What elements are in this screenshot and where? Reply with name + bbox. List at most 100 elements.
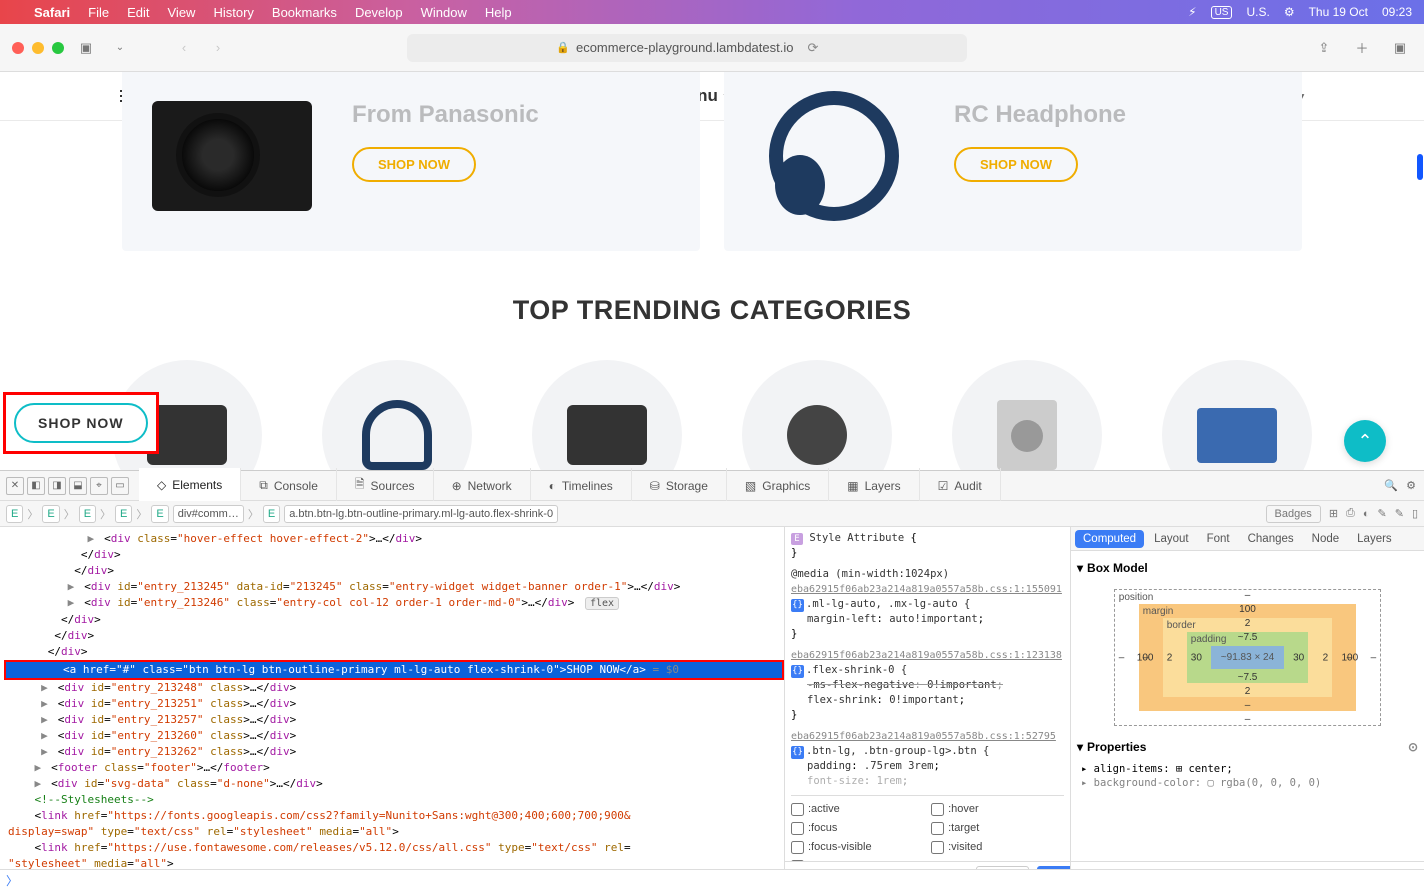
tab-audit[interactable]: ☑ Audit: [920, 468, 1001, 503]
tab-changes[interactable]: Changes: [1240, 530, 1302, 548]
forward-button[interactable]: ›: [206, 36, 230, 60]
menu-develop[interactable]: Develop: [355, 5, 403, 20]
dom-node[interactable]: ▶ <footer class="footer">…</footer>: [4, 760, 784, 776]
trending-item[interactable]: [1162, 360, 1312, 470]
pseudo-hover[interactable]: :hover: [931, 802, 1051, 817]
reload-icon[interactable]: ⟳: [807, 40, 818, 56]
close-window-button[interactable]: [12, 42, 24, 54]
breadcrumb-e[interactable]: E: [79, 505, 96, 523]
breadcrumb-e[interactable]: E: [115, 505, 132, 523]
pseudo-visited[interactable]: :visited: [931, 840, 1051, 855]
dom-node[interactable]: ▶ <div id="entry_213251" class>…</div>: [4, 696, 784, 712]
badges-button[interactable]: Badges: [1266, 505, 1321, 523]
tab-layers[interactable]: ▦ Layers: [829, 468, 919, 503]
shop-now-button[interactable]: SHOP NOW: [352, 147, 476, 182]
tab-storage[interactable]: ⛁ Storage: [632, 468, 727, 503]
menu-bookmarks[interactable]: Bookmarks: [272, 5, 337, 20]
dom-node[interactable]: ▶ <div id="entry_213246" class="entry-co…: [4, 595, 784, 612]
dom-node[interactable]: ▶ <div id="svg-data" class="d-none">…</d…: [4, 776, 784, 792]
pseudo-active[interactable]: :active: [791, 802, 911, 817]
menubar-time[interactable]: 09:23: [1382, 5, 1412, 19]
minimize-window-button[interactable]: [32, 42, 44, 54]
dom-node[interactable]: ▶ <div id="entry_213248" class>…</div>: [4, 680, 784, 696]
dom-node[interactable]: </div>: [4, 644, 784, 660]
sidebar-toggle-icon[interactable]: ▣: [74, 36, 98, 60]
dom-node[interactable]: </div>: [4, 547, 784, 563]
responsive-design-icon[interactable]: ▭: [111, 477, 129, 495]
address-bar[interactable]: 🔒 ecommerce-playground.lambdatest.io ⟳: [407, 34, 967, 62]
menu-history[interactable]: History: [213, 5, 253, 20]
search-icon[interactable]: 🔍: [1384, 479, 1398, 492]
style-source-link[interactable]: eba62915f06ab23a214a819a0557a58b.css:1:1…: [791, 648, 1064, 663]
menu-help[interactable]: Help: [485, 5, 512, 20]
dom-node[interactable]: ▶ <div id="entry_213257" class>…</div>: [4, 712, 784, 728]
tab-overview-icon[interactable]: ▣: [1388, 36, 1412, 60]
contrast-icon[interactable]: ◐: [1363, 508, 1370, 520]
element-picker-icon[interactable]: ⌖: [90, 477, 108, 495]
style-source-link[interactable]: eba62915f06ab23a214a819a0557a58b.css:1:5…: [791, 729, 1064, 744]
promo-card-camera[interactable]: From Panasonic SHOP NOW: [122, 72, 700, 251]
edit-icon[interactable]: ✎: [1395, 507, 1404, 520]
dom-node[interactable]: </div>: [4, 563, 784, 579]
control-center-icon[interactable]: ⚙︎: [1284, 5, 1295, 19]
tab-computed[interactable]: Computed: [1075, 530, 1144, 548]
dom-tree-panel[interactable]: ▶ <div class="hover-effect hover-effect-…: [0, 527, 784, 891]
scrollbar-thumb[interactable]: [1417, 154, 1423, 180]
tab-font[interactable]: Font: [1199, 530, 1238, 548]
dom-node[interactable]: </div>: [4, 628, 784, 644]
back-to-top-button[interactable]: ⌃: [1344, 420, 1386, 462]
dock-left-icon[interactable]: ◧: [27, 477, 45, 495]
back-button[interactable]: ‹: [172, 36, 196, 60]
dom-comment[interactable]: <!--Stylesheets-->: [4, 792, 784, 808]
maximize-window-button[interactable]: [52, 42, 64, 54]
prop-background-color[interactable]: ▸ background-color: ▢ rgba(0, 0, 0, 0): [1081, 776, 1414, 790]
console-prompt[interactable]: 〉: [0, 869, 1424, 891]
options-icon[interactable]: ⊙: [1408, 740, 1418, 754]
menu-edit[interactable]: Edit: [127, 5, 149, 20]
menu-file[interactable]: File: [88, 5, 109, 20]
breadcrumb-e[interactable]: E: [6, 505, 23, 523]
tab-group-dropdown-icon[interactable]: ⌄: [108, 36, 132, 60]
dock-right-icon[interactable]: ◨: [48, 477, 66, 495]
shop-now-outline-button[interactable]: SHOP NOW: [14, 403, 148, 443]
shop-now-button[interactable]: SHOP NOW: [954, 147, 1078, 182]
properties-heading[interactable]: ▾ Properties ⊙: [1077, 736, 1418, 758]
dom-node[interactable]: ▶ <div id="entry_213245" data-id="213245…: [4, 579, 784, 595]
breadcrumb-anchor[interactable]: a.btn.btn-lg.btn-outline-primary.ml-lg-a…: [284, 505, 558, 523]
tab-layout[interactable]: Layout: [1146, 530, 1197, 548]
tab-layers-r[interactable]: Layers: [1349, 530, 1400, 548]
dom-node[interactable]: ▶ <div id="entry_213262" class>…</div>: [4, 744, 784, 760]
pseudo-focus[interactable]: :focus: [791, 821, 911, 836]
tab-graphics[interactable]: ▧ Graphics: [727, 468, 829, 503]
print-icon[interactable]: ⎙: [1346, 507, 1355, 520]
trending-item[interactable]: [952, 360, 1102, 470]
promo-card-headphone[interactable]: RC Headphone SHOP NOW: [724, 72, 1302, 251]
menu-view[interactable]: View: [168, 5, 196, 20]
trending-item[interactable]: [322, 360, 472, 470]
tab-node[interactable]: Node: [1304, 530, 1348, 548]
tab-console[interactable]: ⧉ Console: [241, 468, 337, 503]
menubar-date[interactable]: Thu 19 Oct: [1309, 5, 1368, 19]
tool-icon[interactable]: ⊞: [1329, 507, 1338, 520]
share-icon[interactable]: ⇪: [1312, 36, 1336, 60]
pseudo-focus-visible[interactable]: :focus-visible: [791, 840, 911, 855]
menu-window[interactable]: Window: [421, 5, 467, 20]
brush-icon[interactable]: ✎: [1378, 507, 1387, 520]
style-source-link[interactable]: eba62915f06ab23a214a819a0557a58b.css:1:1…: [791, 582, 1064, 597]
dom-node[interactable]: ▶ <div class="hover-effect hover-effect-…: [4, 531, 784, 547]
dom-node-selected[interactable]: <a href="#" class="btn btn-lg btn-outlin…: [6, 662, 782, 678]
input-source[interactable]: US: [1211, 6, 1233, 19]
dom-node[interactable]: ▶ <div id="entry_213260" class>…</div>: [4, 728, 784, 744]
breadcrumb-e[interactable]: E: [263, 505, 280, 523]
panel-toggle-icon[interactable]: ▯: [1412, 507, 1418, 520]
prop-align-items[interactable]: ▸ align-items: ⊞ center;: [1081, 762, 1414, 776]
close-devtools-icon[interactable]: ✕: [6, 477, 24, 495]
tab-elements[interactable]: ◇ Elements: [139, 468, 241, 503]
breadcrumb-div[interactable]: div#comm…: [173, 505, 244, 523]
box-model-heading[interactable]: ▾ Box Model: [1077, 557, 1418, 579]
dock-bottom-icon[interactable]: ⬓: [69, 477, 87, 495]
dom-node[interactable]: <link href="https://use.fontawesome.com/…: [4, 840, 784, 856]
breadcrumb-e[interactable]: E: [151, 505, 168, 523]
dom-node[interactable]: display=swap" type="text/css" rel="style…: [4, 824, 784, 840]
styles-panel[interactable]: E Style Attribute {} @media (min-width:1…: [784, 527, 1070, 891]
